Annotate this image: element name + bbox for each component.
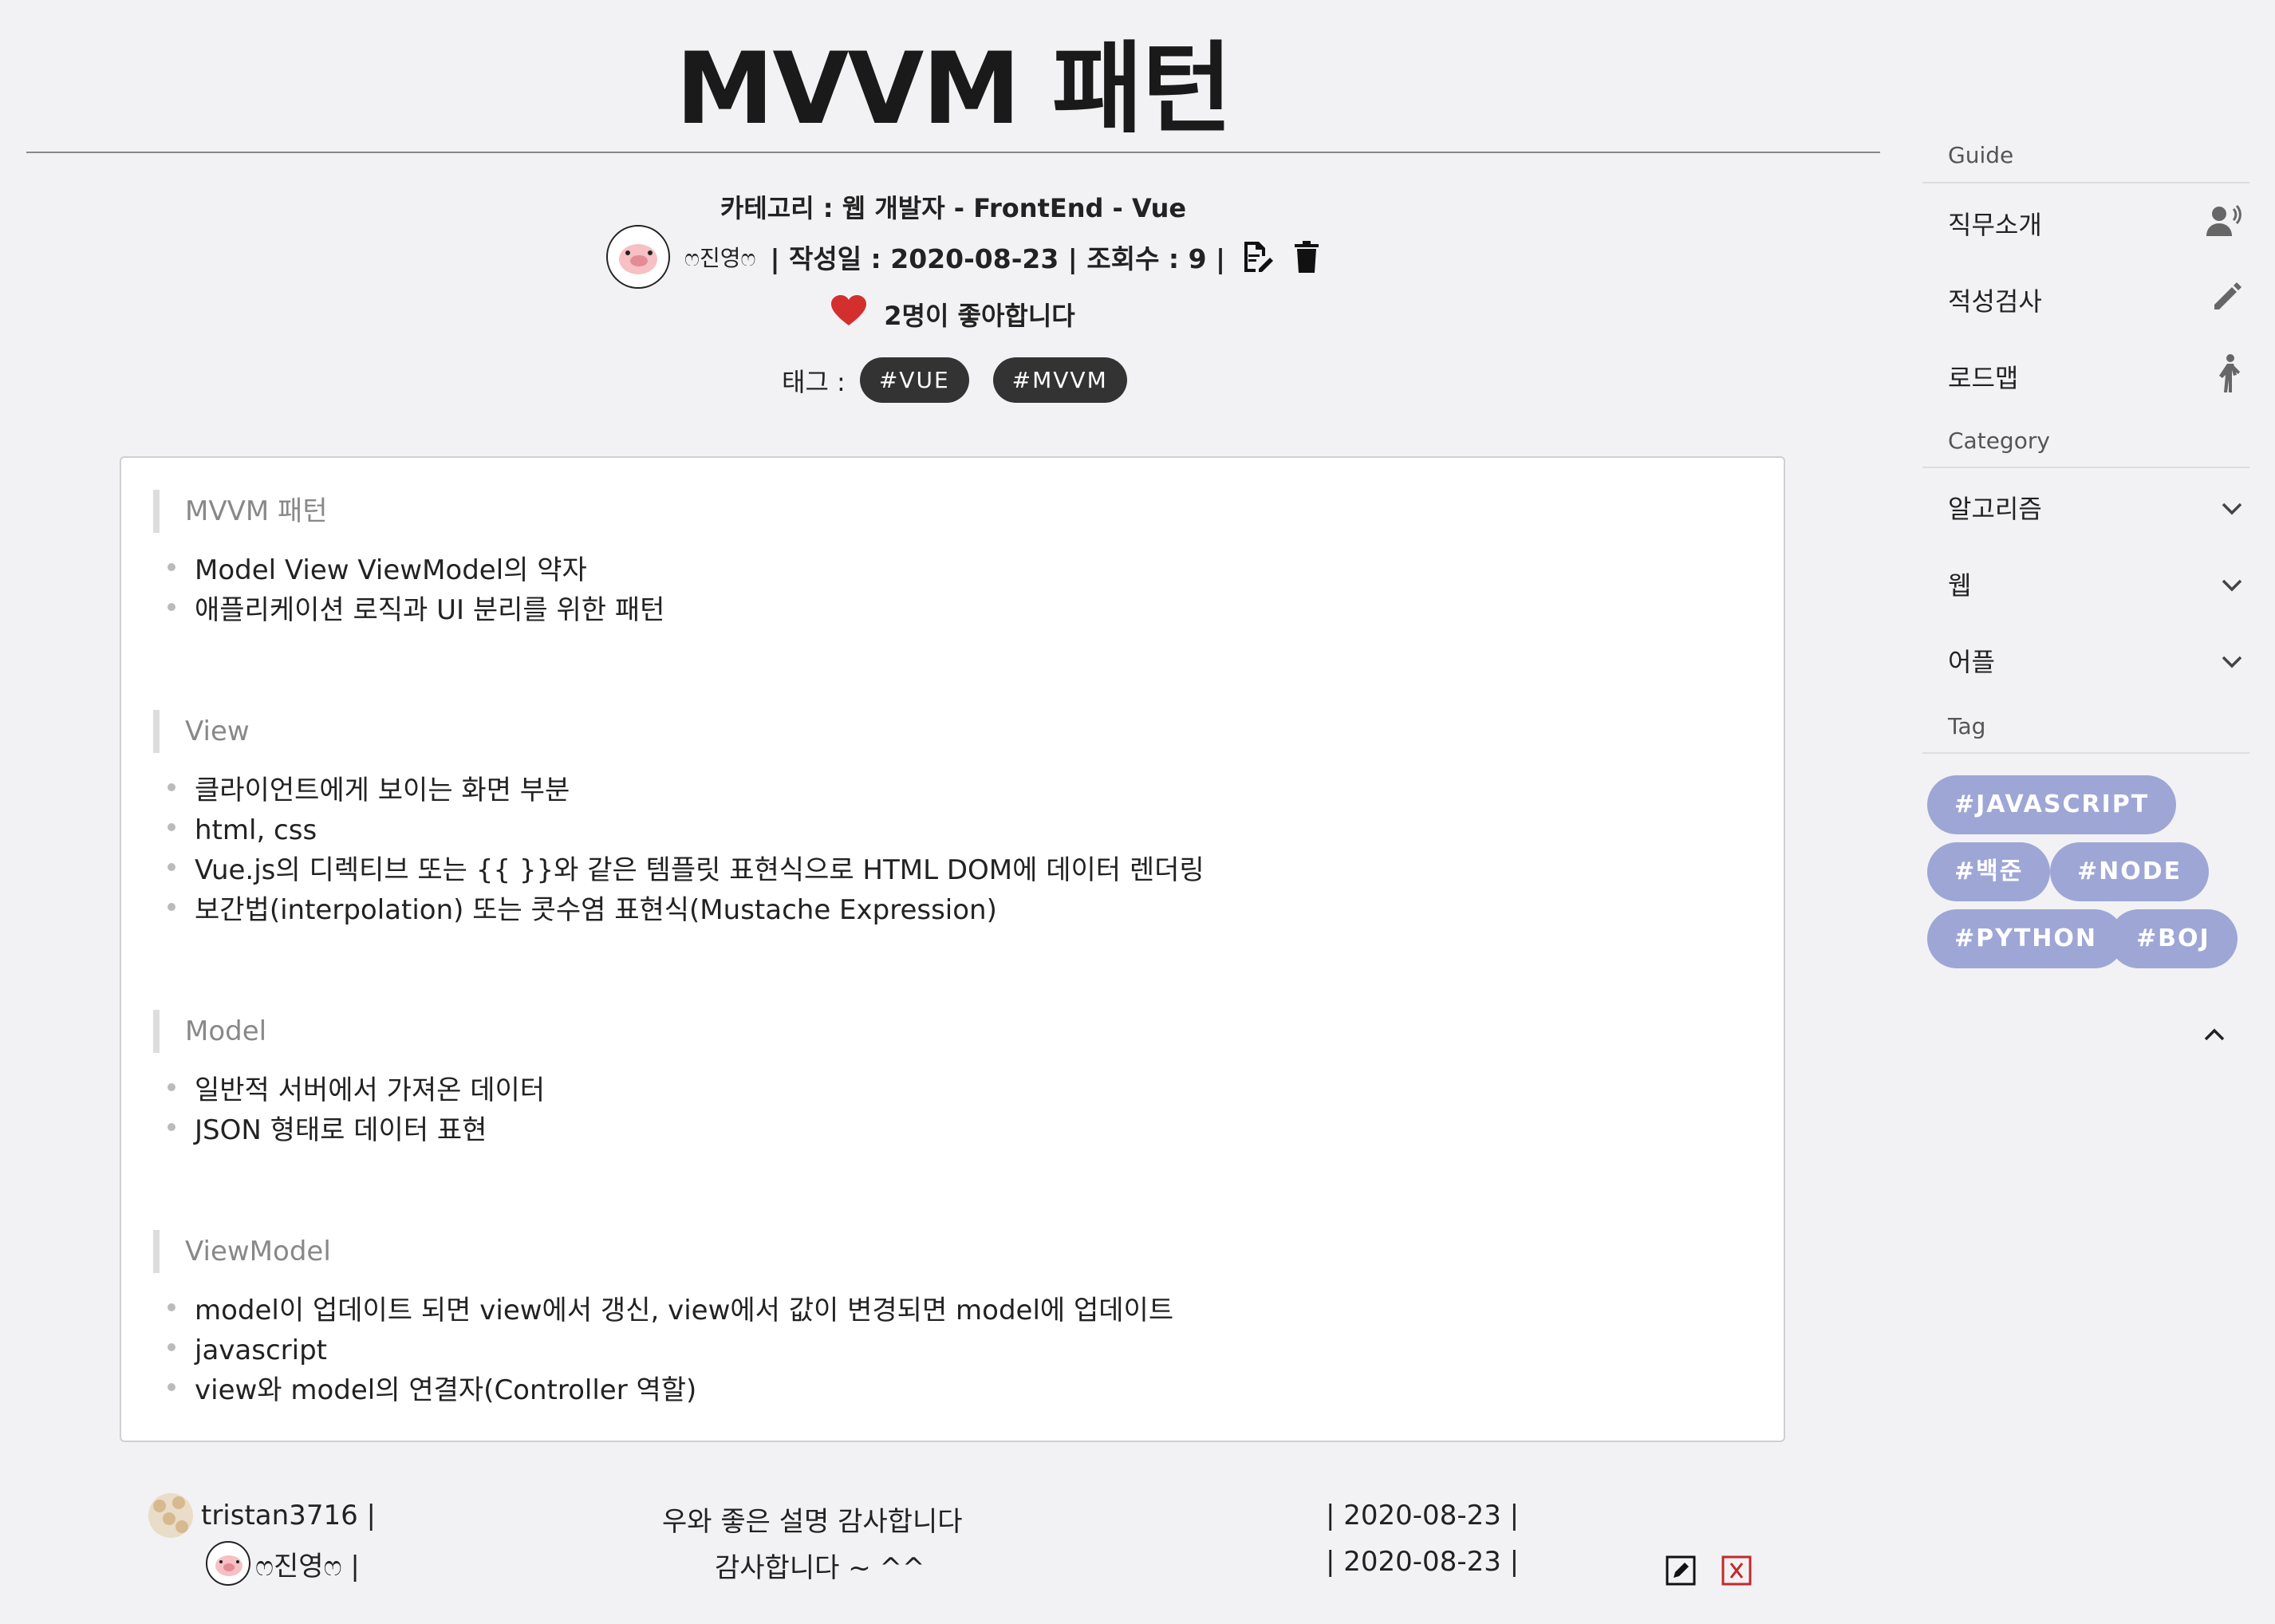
section-heading: View xyxy=(153,710,250,753)
title-divider xyxy=(26,152,1880,153)
edit-comment-icon[interactable] xyxy=(1666,1555,1696,1589)
comment-text: 감사합니다 ~ ^^ xyxy=(715,1552,925,1584)
tags-label: 태그 : xyxy=(782,366,846,397)
sidebar-item-aptitude-test[interactable]: 적성검사 xyxy=(1948,278,2243,322)
list-item: html, css xyxy=(166,810,1205,850)
sidebar-item-label: 알고리즘 xyxy=(1948,494,2042,524)
sidebar-divider xyxy=(1922,467,2249,468)
commenter-avatar xyxy=(206,1541,250,1586)
chevron-down-icon xyxy=(2221,492,2243,522)
post-tags: 태그 : #VUE #MVVM xyxy=(782,357,1127,403)
post-tag[interactable]: #MVVM xyxy=(992,357,1127,403)
sidebar-guide-heading: Guide xyxy=(1948,142,2014,168)
sidebar-item-algorithm[interactable]: 알고리즘 xyxy=(1948,485,2243,530)
list-item: Vue.js의 디렉티브 또는 {{ }}와 같은 템플릿 표현식으로 HTML… xyxy=(166,850,1205,890)
sidebar-item-label: 어플 xyxy=(1948,647,1995,677)
comment-text: 우와 좋은 설명 감사합니다 xyxy=(662,1506,963,1538)
chevron-up-icon[interactable] xyxy=(2203,1027,2226,1045)
comment-author-name[interactable]: tristan3716 | xyxy=(201,1500,376,1531)
sidebar-divider xyxy=(1922,182,2249,183)
author-avatar xyxy=(606,225,670,289)
section-bullets: 일반적 서버에서 가져온 데이터 JSON 형태로 데이터 표현 xyxy=(166,1070,545,1150)
section-heading: MVVM 패턴 xyxy=(153,490,328,533)
author-name[interactable]: ෆ진영ෆ xyxy=(684,241,755,273)
heart-icon[interactable] xyxy=(831,295,867,333)
commenter-avatar xyxy=(148,1493,193,1538)
post-tag[interactable]: #VUE xyxy=(859,357,969,403)
delete-comment-icon[interactable] xyxy=(1721,1555,1752,1589)
section-heading: Model xyxy=(153,1010,266,1053)
sidebar-item-app[interactable]: 어플 xyxy=(1948,638,2243,683)
likes-row: 2명이 좋아합니다 xyxy=(0,295,1906,333)
section-heading: ViewModel xyxy=(153,1230,331,1273)
comment-author-name[interactable]: ෆ진영ෆ | xyxy=(255,1544,360,1583)
post-category: 카테고리 : 웹 개발자 - FrontEnd - Vue xyxy=(720,193,1187,223)
delete-post-icon[interactable] xyxy=(1289,239,1324,274)
comment-date: | 2020-08-23 | xyxy=(1326,1500,1520,1531)
list-item: 일반적 서버에서 가져온 데이터 xyxy=(166,1070,545,1110)
section-bullets: Model View ViewModel의 약자 애플리케이션 로직과 UI 분… xyxy=(166,550,664,630)
list-item: 클라이언트에게 보이는 화면 부분 xyxy=(166,771,1205,810)
list-item: model이 업데이트 되면 view에서 갱신, view에서 값이 변경되면… xyxy=(166,1291,1173,1330)
sidebar-tag[interactable]: #NODE xyxy=(2050,842,2210,901)
sidebar-tag[interactable]: #BOJ xyxy=(2109,909,2238,968)
list-item: view와 model의 연결자(Controller 역할) xyxy=(166,1370,1173,1410)
sidebar-item-label: 적성검사 xyxy=(1948,286,2042,317)
sidebar-item-label: 직무소개 xyxy=(1948,210,2042,240)
sidebar-item-job-intro[interactable]: 직무소개 xyxy=(1948,201,2243,246)
sidebar-tag[interactable]: #PYTHON xyxy=(1927,909,2125,968)
page-title: MVVM 패턴 xyxy=(675,32,1232,147)
post-meta: ෆ진영ෆ | 작성일 : 2020-08-23 | 조회수 : 9 | xyxy=(606,225,1324,289)
list-item: 애플리케이션 로직과 UI 분리를 위한 패턴 xyxy=(166,590,664,630)
likes-count: 2명이 좋아합니다 xyxy=(884,301,1075,331)
list-item: Model View ViewModel의 약자 xyxy=(166,550,664,590)
list-item: javascript xyxy=(166,1330,1173,1370)
sidebar-divider xyxy=(1922,752,2249,754)
sidebar-item-web[interactable]: 웹 xyxy=(1948,562,2243,606)
post-meta-text: | 작성일 : 2020-08-23 | 조회수 : 9 | xyxy=(770,243,1226,274)
sidebar-item-label: 웹 xyxy=(1948,570,1972,601)
post-content: MVVM 패턴 Model View ViewModel의 약자 애플리케이션 … xyxy=(120,456,1785,1442)
chevron-down-icon xyxy=(2221,569,2243,599)
comment-author: tristan3716 | xyxy=(148,1493,376,1538)
sidebar-tag[interactable]: #백준 xyxy=(1927,842,2051,901)
edit-post-icon[interactable] xyxy=(1240,239,1275,274)
sidebar-category-heading: Category xyxy=(1948,428,2050,454)
sidebar-tag-heading: Tag xyxy=(1948,713,1986,739)
comment-date: | 2020-08-23 | xyxy=(1326,1546,1520,1578)
sidebar-item-label: 로드맵 xyxy=(1948,363,2019,393)
section-bullets: model이 업데이트 되면 view에서 갱신, view에서 값이 변경되면… xyxy=(166,1291,1173,1410)
sidebar-tag[interactable]: #JAVASCRIPT xyxy=(1927,775,2177,834)
sidebar-item-roadmap[interactable]: 로드맵 xyxy=(1948,354,2243,399)
pencil-icon xyxy=(2211,281,2243,319)
list-item: JSON 형태로 데이터 표현 xyxy=(166,1110,545,1150)
comment-author: ෆ진영ෆ | xyxy=(206,1541,360,1586)
person-voice-icon xyxy=(2206,204,2243,242)
section-bullets: 클라이언트에게 보이는 화면 부분 html, css Vue.js의 디렉티브… xyxy=(166,771,1205,930)
walking-person-icon xyxy=(2216,354,2243,399)
list-item: 보간법(interpolation) 또는 콧수염 표현식(Mustache E… xyxy=(166,890,1205,930)
chevron-down-icon xyxy=(2221,645,2243,676)
